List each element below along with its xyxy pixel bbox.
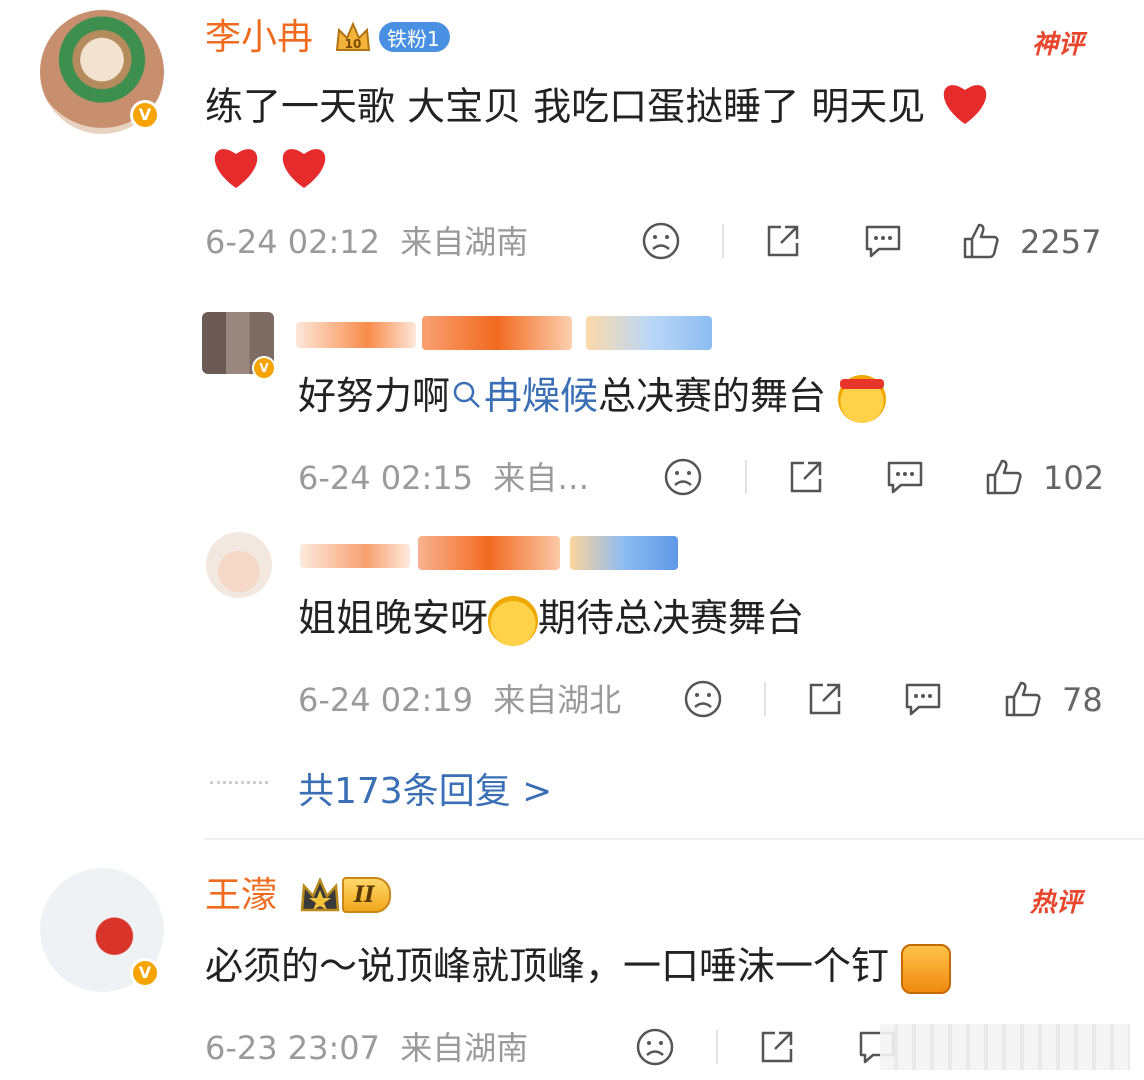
watermark: [880, 1024, 1130, 1070]
share-icon[interactable]: [762, 220, 804, 262]
location: 来自…: [493, 459, 590, 497]
username[interactable]: [296, 312, 716, 350]
like-count: 102: [1043, 459, 1105, 497]
reply-meta: 6-24 02:19 来自湖北: [298, 684, 621, 716]
username[interactable]: 王濛: [205, 878, 277, 914]
share-icon[interactable]: [785, 456, 827, 498]
search-icon: [453, 381, 480, 408]
location: 来自湖北: [493, 681, 622, 719]
divider: [716, 1030, 718, 1064]
timestamp: 6-24 02:15: [298, 459, 474, 497]
avatar[interactable]: [206, 532, 272, 598]
goodnight-emoji-icon: [488, 595, 539, 646]
timestamp: 6-24 02:19: [298, 681, 474, 719]
fan-badge[interactable]: 10 铁粉1: [333, 20, 450, 54]
fan-badge-label: 铁粉1: [379, 22, 450, 52]
more-replies-link[interactable]: 共173条回复 >: [298, 762, 552, 814]
svg-text:10: 10: [345, 37, 362, 51]
timestamp: 6-23 23:07: [205, 1029, 381, 1067]
share-icon[interactable]: [756, 1026, 798, 1068]
dotted-line: [210, 781, 268, 784]
comment-text: 必须的～说顶峰就顶峰，一口唾沫一个钉: [205, 940, 952, 994]
like-count: 78: [1062, 681, 1103, 719]
like-count: 2257: [1020, 223, 1102, 261]
comment-icon[interactable]: [884, 456, 926, 498]
dislike-icon[interactable]: [634, 1026, 676, 1068]
dislike-icon[interactable]: [640, 220, 682, 262]
reply-text: 好努力啊 冉燥候总决赛的舞台: [298, 370, 887, 423]
comment-meta: 6-24 02:12 来自湖南: [205, 226, 528, 258]
heart-icon: [937, 78, 993, 140]
dislike-icon[interactable]: [682, 678, 724, 720]
god-comment-label: 神评: [1032, 30, 1085, 60]
comment-icon[interactable]: [902, 678, 944, 720]
comment-divider: [204, 838, 1144, 840]
crown-icon: [298, 876, 342, 914]
divider: [764, 682, 766, 716]
grin-emoji-icon: [901, 943, 952, 994]
like-icon[interactable]: [983, 456, 1025, 498]
username[interactable]: [300, 532, 680, 570]
comment-meta: 6-23 23:07 来自湖南: [205, 1032, 528, 1064]
like-icon[interactable]: [960, 220, 1002, 262]
reply-meta: 6-24 02:15 来自…: [298, 462, 589, 494]
heart-icon: [276, 142, 332, 194]
effort-emoji-icon: [838, 374, 887, 423]
comment-text: 练了一天歌 大宝贝 我吃口蛋挞睡了 明天见: [205, 78, 1105, 140]
heart-icon: [208, 142, 264, 194]
crown-icon: 10: [333, 20, 373, 54]
hearts-row: [208, 142, 332, 194]
divider: [745, 460, 747, 494]
timestamp: 6-24 02:12: [205, 223, 381, 261]
divider: [722, 224, 724, 258]
rank-badge-label: II: [342, 877, 391, 913]
verified-icon: V: [130, 958, 160, 988]
location: 来自湖南: [400, 1029, 529, 1067]
verified-icon: V: [252, 356, 276, 380]
topic-link[interactable]: 冉燥候: [450, 374, 598, 418]
rank-badge[interactable]: II: [298, 876, 391, 914]
comment-icon[interactable]: [862, 220, 904, 262]
dislike-icon[interactable]: [662, 456, 704, 498]
username[interactable]: 李小冉: [205, 20, 313, 56]
hot-comment-label: 热评: [1030, 888, 1083, 918]
reply-text: 姐姐晚安呀 期待总决赛舞台: [298, 592, 804, 646]
share-icon[interactable]: [804, 678, 846, 720]
verified-icon: V: [130, 100, 160, 130]
location: 来自湖南: [400, 223, 529, 261]
like-icon[interactable]: [1002, 678, 1044, 720]
